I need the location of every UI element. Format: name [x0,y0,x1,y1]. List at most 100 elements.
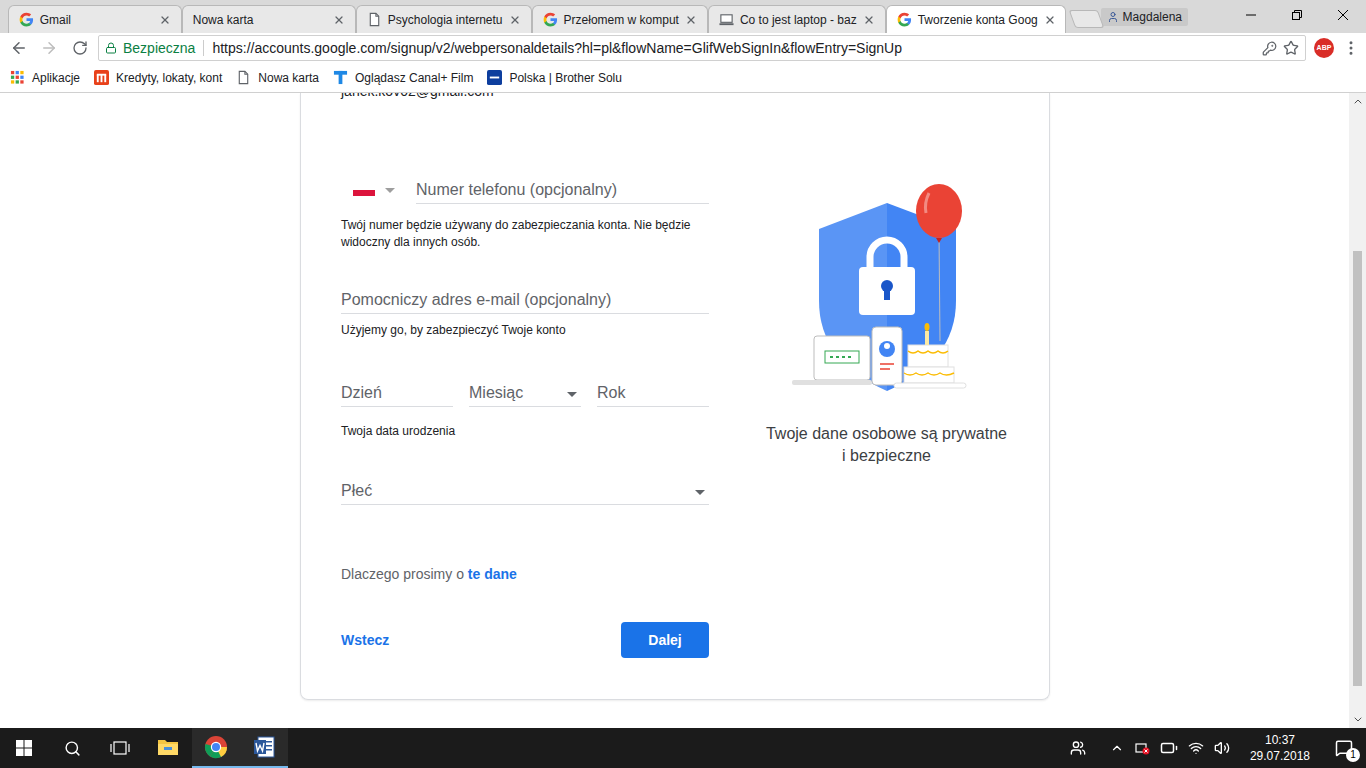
minimize-icon [1246,10,1256,20]
minimize-button[interactable] [1228,0,1274,30]
toolbar: Bezpiecznahttps://accounts.google.com/si… [0,33,1366,63]
dropdown-arrow-icon [385,188,395,193]
show-hidden-icons-icon[interactable] [1110,741,1124,755]
start-button[interactable] [0,728,48,768]
action-center-button[interactable]: 1 [1330,734,1358,762]
people-icon[interactable] [1070,740,1086,756]
bank-logo-icon [94,70,109,85]
illustration-column: Twoje dane osobowe są prywatnei bezpiecz… [764,93,1009,658]
key-icon[interactable] [1262,41,1277,56]
gender-select[interactable]: Płeć [341,477,709,505]
notification-badge: 1 [1346,748,1360,762]
search-icon [64,740,81,757]
menu-icon[interactable] [1342,39,1360,57]
day-input[interactable]: Dzień [341,379,453,407]
birthday-row: Dzień Miesiąc Rok [341,379,709,407]
lock-icon [105,42,117,54]
month-select[interactable]: Miesiąc [469,379,581,407]
close-tab-icon[interactable] [685,14,697,26]
close-tab-icon[interactable] [863,14,875,26]
chrome-icon [204,735,228,759]
page-icon [367,12,382,27]
adblock-button[interactable]: ABP [1314,38,1334,58]
forward-icon[interactable] [40,39,58,57]
button-row: Wstecz Dalej [341,622,709,658]
bookmark[interactable]: Aplikacje [10,70,80,86]
browser-tab[interactable]: Gmail [8,5,182,33]
word-icon [252,735,276,759]
restore-icon [1292,10,1302,20]
close-tab-icon[interactable] [333,14,345,26]
why-text: Dlaczego prosimy o te dane [341,566,709,582]
windows-logo-icon [16,740,32,756]
apps-icon [10,70,25,85]
bookmark[interactable]: Oglądasz Canal+ Film [333,70,473,86]
phone-input[interactable]: Numer telefonu (opcjonalny) [416,176,709,204]
volume-icon[interactable] [1214,740,1230,756]
clock[interactable]: 10:3729.07.2018 [1240,732,1320,764]
year-input[interactable]: Rok [597,379,709,407]
star-icon[interactable] [1283,40,1299,56]
bookmark[interactable]: Nowa karta [236,70,319,86]
google-icon [543,12,558,27]
close-window-button[interactable] [1320,0,1366,30]
dropdown-arrow-icon [567,392,577,397]
screen: GmailNowa kartaPsychologia internetuPrze… [0,0,1366,768]
task-view-button[interactable] [96,728,144,768]
browser-tab[interactable]: Przełomem w komput [532,5,708,33]
brother-logo-icon [487,70,502,85]
form-column: janek.kov02@gmail.comNumer telefonu (opc… [341,93,709,658]
close-tab-icon[interactable] [1044,14,1056,26]
browser-tab[interactable]: Co to jest laptop - baz [708,5,886,33]
bookmark[interactable]: Kredyty, lokaty, kont [94,70,222,86]
taskbar-app[interactable] [240,728,288,768]
close-icon [1338,10,1348,20]
google-icon [19,12,34,27]
google-icon [897,12,912,27]
page-content: janek.kov02@gmail.comNumer telefonu (opc… [0,93,1349,728]
search-button[interactable] [48,728,96,768]
window-controls [1228,0,1366,30]
taskbar-app[interactable] [192,728,240,768]
scrollbar[interactable] [1349,93,1366,728]
back-button[interactable]: Wstecz [341,631,389,649]
next-button[interactable]: Dalej [621,622,709,658]
reload-icon[interactable] [72,40,88,56]
taskbar: 10:3729.07.2018 1 [0,728,1366,768]
taskbar-app[interactable] [144,728,192,768]
browser-tab[interactable]: Nowa karta [182,5,356,33]
new-tab-button[interactable] [1068,10,1104,28]
wifi-icon[interactable] [1188,740,1204,756]
tab-strip: GmailNowa kartaPsychologia internetuPrze… [0,0,1366,33]
scroll-up-icon[interactable] [1352,93,1364,110]
page: janek.kov02@gmail.comNumer telefonu (opc… [0,93,1366,728]
security-illustration-icon [764,181,1009,406]
dropdown-arrow-icon [695,490,705,495]
browser-tab[interactable]: Tworzenie konta Goog [886,5,1066,33]
profile-icon [1107,11,1119,23]
back-icon[interactable] [10,39,28,57]
laptop-icon [719,12,734,27]
signup-card: janek.kov02@gmail.comNumer telefonu (opc… [300,93,1050,700]
recovery-email-input[interactable]: Pomocniczy adres e-mail (opcjonalny) [341,286,709,314]
scroll-down-icon[interactable] [1352,711,1364,728]
profile-button[interactable]: Magdalena [1101,8,1188,26]
system-tray: 10:3729.07.2018 1 [1070,732,1366,764]
network-error-icon[interactable] [1134,740,1150,756]
battery-icon[interactable] [1160,739,1178,757]
restore-button[interactable] [1274,0,1320,30]
folder-icon [156,735,180,759]
illustration-caption: Twoje dane osobowe są prywatnei bezpiecz… [766,423,1007,467]
task-view-icon [110,740,130,756]
phone-row: Numer telefonu (opcjonalny) [341,176,709,204]
phone-help: Twój numer będzie używany do zabezpiecza… [341,217,709,251]
browser-tab[interactable]: Psychologia internetu [356,5,532,33]
bookmark[interactable]: Polska | Brother Solu [487,70,622,86]
omnibox[interactable]: Bezpiecznahttps://accounts.google.com/si… [98,35,1306,61]
scrollbar-thumb[interactable] [1353,251,1362,686]
close-tab-icon[interactable] [509,14,521,26]
close-tab-icon[interactable] [159,14,171,26]
why-link[interactable]: te dane [468,566,517,582]
page-icon [236,70,251,85]
country-select[interactable] [341,176,416,204]
